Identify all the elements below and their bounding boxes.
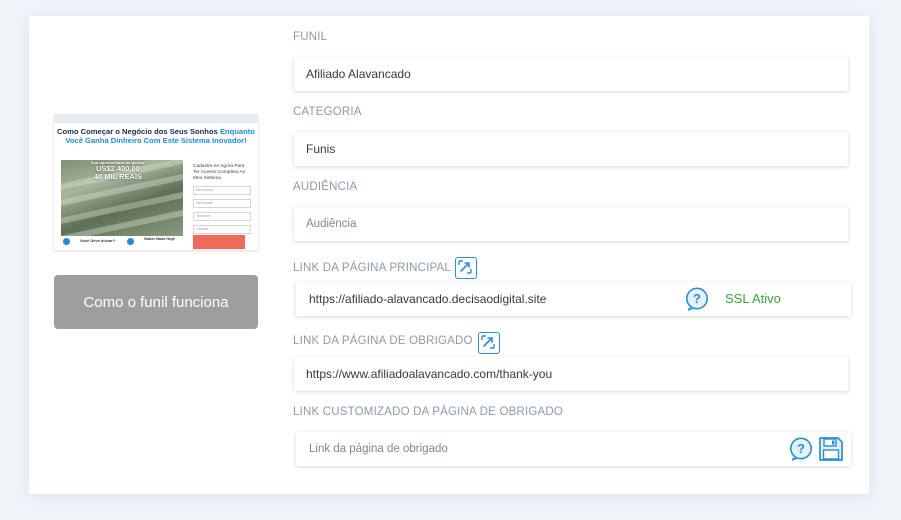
how-funnel-works-button[interactable]: Como o funil funciona	[54, 275, 258, 329]
preview-form: Cadastre-se Agora Para Ter Acesso Comple…	[193, 164, 251, 234]
open-obrigado-link-button[interactable]	[478, 332, 500, 354]
ssl-status-badge: SSL Ativo	[725, 291, 781, 306]
audiencia-label: AUDIÊNCIA	[293, 181, 358, 193]
funil-value: Afiliado Alavancado	[306, 67, 411, 81]
categoria-field[interactable]: Funis	[294, 132, 848, 166]
link-custom-field[interactable]	[296, 432, 851, 466]
funil-label: FUNIL	[293, 31, 328, 43]
open-principal-link-button[interactable]	[455, 257, 477, 279]
audiencia-input[interactable]	[306, 218, 746, 230]
categoria-value: Funis	[306, 142, 336, 156]
preview-circle-icon	[63, 238, 70, 245]
floppy-disk-icon[interactable]	[818, 436, 844, 462]
audiencia-field[interactable]	[294, 207, 848, 241]
link-obrigado-value: https://www.afiliadoalavancado.com/thank…	[306, 367, 553, 381]
preview-promo-text: Sua oportunidade de ganhar US$2.400,00 4…	[90, 160, 146, 181]
link-obrigado-field[interactable]: https://www.afiliadoalavancado.com/thank…	[294, 357, 848, 391]
preview-cta-button	[193, 235, 245, 249]
link-principal-value: https://afiliado-alavancado.decisaodigit…	[309, 292, 547, 306]
link-principal-label: LINK DA PÁGINA PRINCIPAL	[293, 262, 451, 274]
question-icon[interactable]: ?	[789, 437, 813, 461]
question-icon[interactable]: ?	[685, 287, 709, 311]
categoria-label: CATEGORIA	[293, 106, 362, 118]
preview-foot-text: Você Deve Iniciar?	[80, 238, 116, 243]
link-custom-label: LINK CUSTOMIZADO DA PÁGINA DE OBRIGADO	[293, 406, 564, 418]
svg-text:?: ?	[797, 441, 805, 456]
preview-headline: Como Começar o Negócio dos Seus Sonhos E…	[57, 127, 255, 136]
funnel-preview-thumbnail[interactable]: Como Começar o Negócio dos Seus Sonhos E…	[54, 114, 258, 250]
preview-headline-blue: Você Ganha Dinheiro Com Este Sistema Ino…	[65, 136, 247, 145]
external-link-icon	[481, 335, 495, 349]
external-link-icon	[458, 260, 472, 274]
preview-browser-bar	[54, 114, 258, 123]
funil-field[interactable]: Afiliado Alavancado	[294, 57, 848, 91]
link-obrigado-label: LINK DA PÁGINA DE OBRIGADO	[293, 335, 473, 347]
preview-circle-icon	[127, 238, 134, 245]
svg-text:?: ?	[693, 291, 701, 306]
preview-foot-text: Saber Mais Hoje	[144, 236, 175, 241]
link-custom-input[interactable]	[309, 443, 749, 455]
